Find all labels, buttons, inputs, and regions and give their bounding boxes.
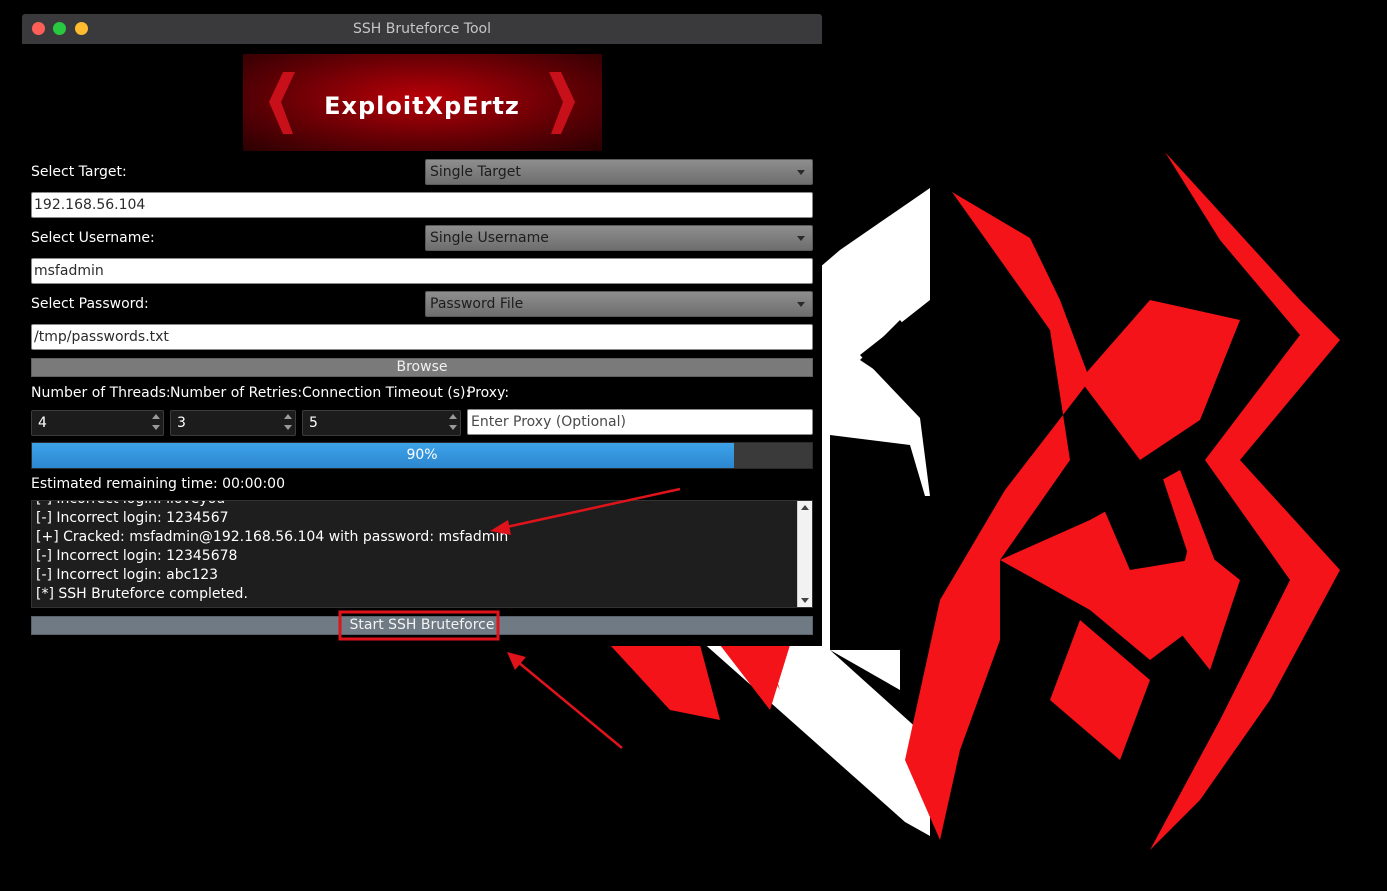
threads-value: 4 <box>38 415 47 431</box>
spin-arrows-icon[interactable] <box>284 414 292 432</box>
title-bar: SSH Bruteforce Tool <box>22 14 822 44</box>
select-password-label: Select Password: <box>31 296 149 312</box>
chevron-down-icon <box>797 170 805 175</box>
retries-label: Number of Retries: <box>170 385 303 401</box>
log-scrollbar[interactable] <box>797 501 812 607</box>
username-mode-value: Single Username <box>430 230 549 246</box>
progress-bar: 90% <box>31 442 813 469</box>
log-lines: [-] Incorrect login: iloveyou[-] Incorre… <box>36 501 794 604</box>
log-line: [*] SSH Bruteforce completed. <box>36 586 248 602</box>
log-line: [+] Cracked: msfadmin@192.168.56.104 wit… <box>36 529 509 545</box>
banner-logo: ExploitXpErtz <box>269 72 575 134</box>
target-mode-select[interactable]: Single Target <box>425 159 813 185</box>
exploitxpertz-banner: ExploitXpErtz <box>243 54 602 151</box>
chevron-down-icon <box>797 302 805 307</box>
password-mode-select[interactable]: Password File <box>425 291 813 317</box>
select-target-label: Select Target: <box>31 164 127 180</box>
browse-button[interactable]: Browse <box>31 358 813 377</box>
spin-arrows-icon[interactable] <box>152 414 160 432</box>
app-window: SSH Bruteforce Tool ExploitXpErtz Select… <box>22 14 822 646</box>
log-line: [-] Incorrect login: 12345678 <box>36 548 238 564</box>
proxy-label: Proxy: <box>467 385 510 401</box>
log-line: [-] Incorrect login: abc123 <box>36 567 219 583</box>
target-input[interactable]: 192.168.56.104 <box>31 192 813 218</box>
scroll-up-icon[interactable] <box>801 505 809 510</box>
remaining-time-label: Estimated remaining time: 00:00:00 <box>31 476 285 492</box>
threads-spinbox[interactable]: 4 <box>31 410 164 436</box>
spin-arrows-icon[interactable] <box>449 414 457 432</box>
password-file-input[interactable]: /tmp/passwords.txt <box>31 324 813 350</box>
timeout-spinbox[interactable]: 5 <box>302 410 461 436</box>
threads-label: Number of Threads: <box>31 385 171 401</box>
window-title: SSH Bruteforce Tool <box>353 21 491 37</box>
log-line: [-] Incorrect login: iloveyou <box>36 501 794 509</box>
password-mode-value: Password File <box>430 296 524 312</box>
progress-text: 90% <box>406 447 438 463</box>
target-mode-value: Single Target <box>430 164 521 180</box>
username-mode-select[interactable]: Single Username <box>425 225 813 251</box>
log-line: [-] Incorrect login: 1234567 <box>36 510 229 526</box>
scroll-down-icon[interactable] <box>801 598 809 603</box>
banner-text: ExploitXpErtz <box>324 92 520 120</box>
timeout-label: Connection Timeout (s): <box>302 385 471 401</box>
start-ssh-bruteforce-button[interactable]: Start SSH Bruteforce <box>31 616 813 635</box>
retries-value: 3 <box>177 415 186 431</box>
username-input[interactable]: msfadmin <box>31 258 813 284</box>
output-log[interactable]: [-] Incorrect login: iloveyou[-] Incorre… <box>31 500 813 608</box>
retries-spinbox[interactable]: 3 <box>170 410 296 436</box>
select-username-label: Select Username: <box>31 230 155 246</box>
chevron-down-icon <box>797 236 805 241</box>
proxy-input[interactable]: Enter Proxy (Optional) <box>467 409 813 435</box>
timeout-value: 5 <box>309 415 318 431</box>
